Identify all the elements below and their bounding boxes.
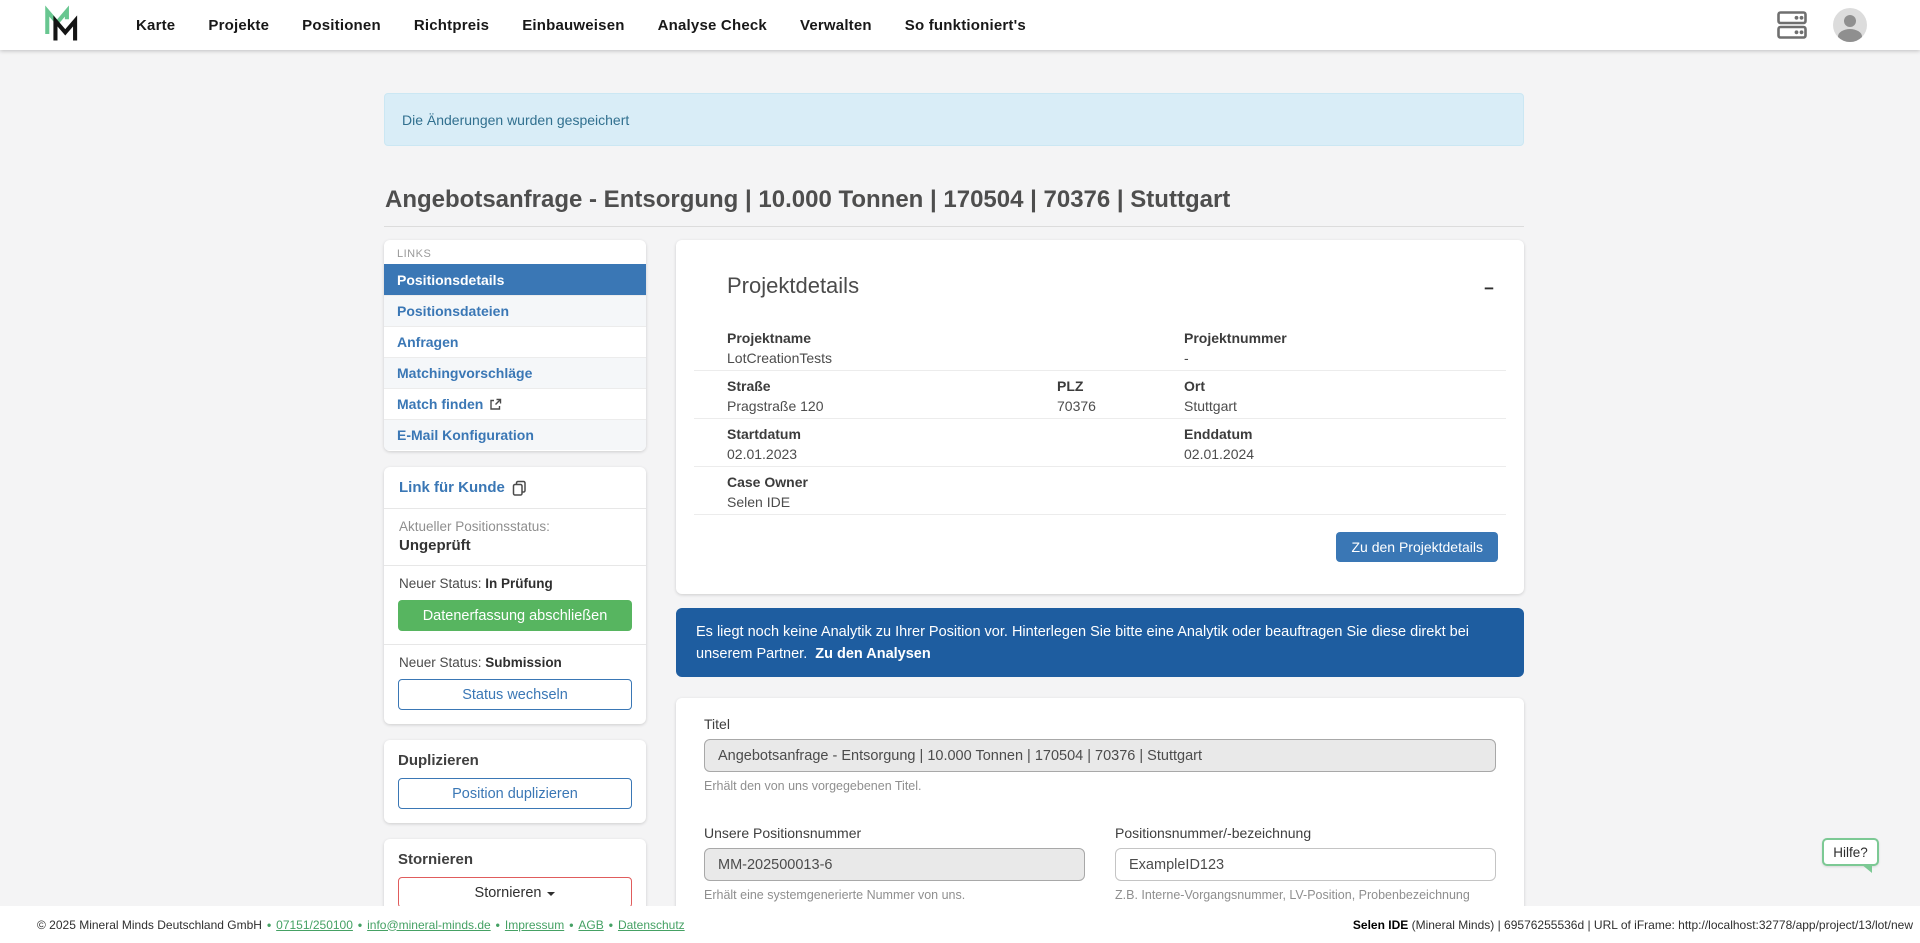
pd-footer: Zu den Projektdetails [694, 515, 1506, 562]
custom-number-help: Z.B. Interne-Vorgangsnummer, LV-Position… [1115, 888, 1496, 902]
custom-number-label: Positionsnummer/-bezeichnung [1115, 825, 1496, 841]
footer-agb-link[interactable]: AGB [578, 918, 603, 932]
sidebar-item-positionsdateien[interactable]: Positionsdateien [384, 295, 646, 326]
field-plz: PLZ 70376 [1057, 378, 1096, 416]
main-content: Projektdetails − Projektname LotCreation… [676, 240, 1524, 594]
main-nav: Karte Projekte Positionen Richtpreis Ein… [136, 17, 1026, 34]
titel-label: Titel [704, 716, 1496, 732]
current-status-label: Aktueller Positionsstatus: [399, 519, 631, 534]
avatar-shoulders-icon [1838, 29, 1862, 42]
top-navigation-bar: Karte Projekte Positionen Richtpreis Ein… [0, 0, 1920, 50]
new-status-value-2: Submission [485, 655, 562, 670]
logo-m-icon [44, 5, 80, 45]
field-projektnummer: Projektnummer - [1184, 330, 1287, 368]
stornieren-dropdown-button[interactable]: Stornieren [398, 877, 632, 908]
nav-item-positionen[interactable]: Positionen [302, 17, 381, 34]
footer-email-link[interactable]: info@mineral-minds.de [367, 918, 491, 932]
new-status-line-1: Neuer Status: In Prüfung [384, 566, 646, 600]
stornieren-title: Stornieren [398, 851, 632, 868]
header-icons [1777, 0, 1867, 50]
titel-help: Erhält den von uns vorgegebenen Titel. [704, 779, 1496, 793]
footer-impressum-link[interactable]: Impressum [505, 918, 564, 932]
custom-number-input[interactable] [1115, 848, 1496, 881]
zu-den-analysen-link[interactable]: Zu den Analysen [815, 646, 930, 662]
pd-row-3: Startdatum 02.01.2023 Enddatum 02.01.202… [694, 419, 1506, 467]
hilfe-button[interactable]: Hilfe? [1822, 838, 1879, 866]
nav-item-einbauweisen[interactable]: Einbauweisen [522, 17, 624, 34]
number-fields-row: Unsere Positionsnummer Erhält eine syste… [704, 825, 1496, 902]
links-card: LINKS Positionsdetails Positionsdateien … [384, 240, 646, 451]
footer-right: Selen IDE (Mineral Minds) | 69576255536d… [1353, 918, 1913, 932]
nav-item-analyse-check[interactable]: Analyse Check [658, 17, 767, 34]
field-enddatum: Enddatum 02.01.2024 [1184, 426, 1254, 464]
position-duplizieren-button[interactable]: Position duplizieren [398, 778, 632, 809]
new-status-line-2: Neuer Status: Submission [384, 645, 646, 679]
sidebar-item-anfragen[interactable]: Anfragen [384, 326, 646, 357]
footer-phone-link[interactable]: 07151/250100 [276, 918, 353, 932]
analytics-banner-text: Es liegt noch keine Analytik zu Ihrer Po… [696, 624, 1469, 662]
avatar-head-icon [1844, 15, 1856, 27]
sidebar-item-match-finden[interactable]: Match finden [384, 388, 646, 419]
field-strasse: Straße Pragstraße 120 [727, 378, 824, 416]
mineral-minds-logo[interactable] [44, 5, 80, 45]
our-number-label: Unsere Positionsnummer [704, 825, 1085, 841]
customer-link[interactable]: Link für Kunde [399, 479, 505, 496]
titel-input [704, 739, 1496, 772]
duplizieren-title: Duplizieren [398, 752, 632, 769]
status-card: Link für Kunde Aktueller Positionsstatus… [384, 467, 646, 724]
projektdetails-title: Projektdetails [694, 240, 1506, 299]
sidebar-item-matchingvorschlaege[interactable]: Matchingvorschläge [384, 357, 646, 388]
new-status-value-1: In Prüfung [485, 576, 553, 591]
custom-number-field: Positionsnummer/-bezeichnung Z.B. Intern… [1115, 825, 1496, 902]
title-divider [384, 226, 1524, 227]
our-number-help: Erhält eine systemgenerierte Nummer von … [704, 888, 1085, 902]
customer-link-row: Link für Kunde [384, 467, 646, 508]
external-link-icon [489, 398, 502, 411]
analytics-banner: Es liegt noch keine Analytik zu Ihrer Po… [676, 608, 1524, 677]
pd-row-4: Case Owner Selen IDE [694, 467, 1506, 515]
app-root: Karte Projekte Positionen Richtpreis Ein… [0, 0, 1920, 943]
field-startdatum: Startdatum 02.01.2023 [727, 426, 801, 464]
collapse-projektdetails-icon[interactable]: − [1484, 282, 1494, 296]
sidebar-item-positionsdetails[interactable]: Positionsdetails [384, 264, 646, 295]
current-status-value: Ungeprüft [399, 537, 631, 554]
pd-row-1: Projektname LotCreationTests Projektnumm… [694, 323, 1506, 371]
our-number-field: Unsere Positionsnummer Erhält eine syste… [704, 825, 1085, 902]
position-form-card: Titel Erhält den von uns vorgegebenen Ti… [676, 698, 1524, 910]
copy-icon[interactable] [512, 480, 527, 496]
copyright-text: © 2025 Mineral Minds Deutschland GmbH [37, 918, 262, 932]
our-number-input [704, 848, 1085, 881]
sidebar: LINKS Positionsdetails Positionsdateien … [384, 240, 646, 922]
nav-item-so-funktionierts[interactable]: So funktioniert's [905, 17, 1026, 34]
nav-item-verwalten[interactable]: Verwalten [800, 17, 872, 34]
footer-left: © 2025 Mineral Minds Deutschland GmbH•07… [37, 918, 685, 932]
footer-session-info: (Mineral Minds) | 69576255536d | URL of … [1408, 918, 1913, 932]
duplizieren-card: Duplizieren Position duplizieren [384, 740, 646, 823]
footer-user: Selen IDE [1353, 918, 1408, 932]
field-ort: Ort Stuttgart [1184, 378, 1237, 416]
footer-datenschutz-link[interactable]: Datenschutz [618, 918, 685, 932]
projektdetails-rows: Projektname LotCreationTests Projektnumm… [694, 323, 1506, 515]
dns-server-icon[interactable] [1777, 11, 1807, 39]
status-wechseln-button[interactable]: Status wechseln [398, 679, 632, 710]
sidebar-item-email-konfiguration[interactable]: E-Mail Konfiguration [384, 419, 646, 450]
pd-row-2: Straße Pragstraße 120 PLZ 70376 Ort Stut… [694, 371, 1506, 419]
saved-alert-text: Die Änderungen wurden gespeichert [402, 112, 629, 128]
links-card-header: LINKS [384, 240, 646, 264]
field-projektname: Projektname LotCreationTests [727, 330, 832, 368]
nav-item-karte[interactable]: Karte [136, 17, 175, 34]
datenerfassung-abschliessen-button[interactable]: Datenerfassung abschließen [398, 600, 632, 631]
projektdetails-card: Projektdetails − Projektname LotCreation… [676, 240, 1524, 594]
current-status-section: Aktueller Positionsstatus: Ungeprüft [384, 509, 646, 565]
field-case-owner: Case Owner Selen IDE [727, 474, 808, 512]
saved-alert: Die Änderungen wurden gespeichert [384, 93, 1524, 146]
nav-item-richtpreis[interactable]: Richtpreis [414, 17, 489, 34]
user-avatar[interactable] [1833, 8, 1867, 42]
caret-down-icon [547, 892, 555, 896]
page-title: Angebotsanfrage - Entsorgung | 10.000 To… [385, 186, 1230, 214]
zu-den-projektdetails-button[interactable]: Zu den Projektdetails [1336, 532, 1498, 562]
footer: © 2025 Mineral Minds Deutschland GmbH•07… [0, 906, 1920, 943]
nav-item-projekte[interactable]: Projekte [208, 17, 269, 34]
